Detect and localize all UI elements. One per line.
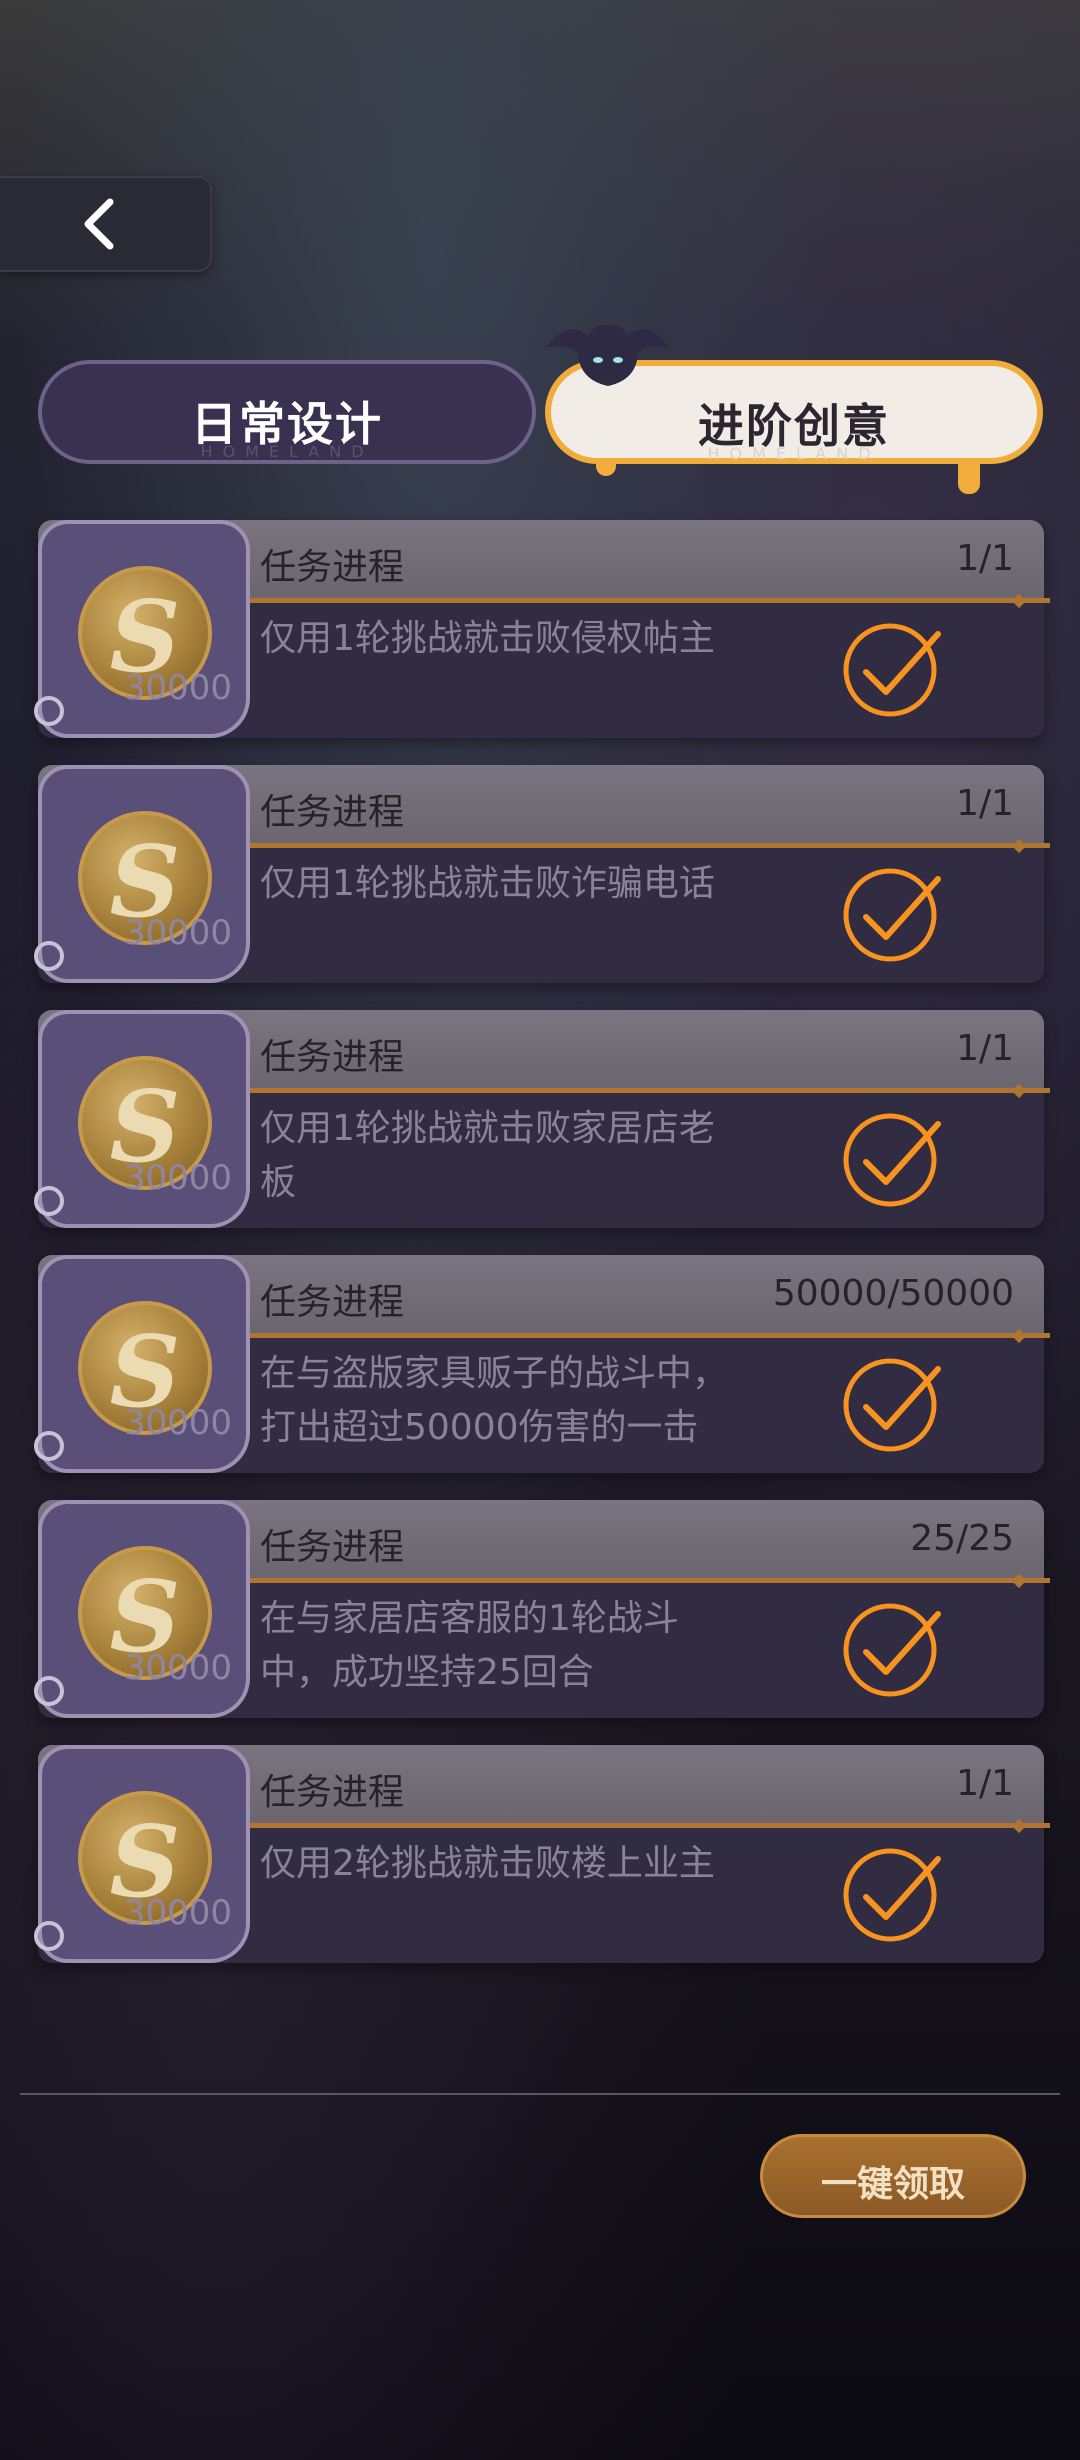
- checkmark-circle-icon: [843, 623, 941, 717]
- task-title: 任务进程: [260, 792, 405, 833]
- checkmark-circle-icon: [843, 1848, 941, 1942]
- reward-amount: 30000: [123, 1403, 232, 1443]
- reward-amount: 30000: [123, 1158, 232, 1198]
- checkmark-circle-icon: [843, 868, 941, 962]
- checkmark-circle-icon: [843, 1358, 941, 1452]
- task-description: 仅用1轮挑战就击败家居店老板: [260, 1108, 715, 1203]
- bat-mascot-icon: [546, 325, 670, 386]
- footer-divider: [20, 2093, 1060, 2095]
- reward-amount: 30000: [123, 668, 232, 708]
- reward-amount: 30000: [123, 913, 232, 953]
- claim-all-label: 一键领取: [820, 2164, 965, 2205]
- back-button[interactable]: [0, 176, 212, 272]
- task-title: 任务进程: [260, 547, 405, 588]
- task-title: 任务进程: [260, 1527, 405, 1568]
- reward-badge: S 30000: [34, 1745, 250, 1963]
- task-card: S 30000 任务进程 25/25 在与家居店客服的1轮战斗中，成功坚持25回…: [34, 1500, 1050, 1718]
- task-description: 仅用2轮挑战就击败楼上业主: [260, 1843, 715, 1884]
- task-divider-line: [248, 1823, 1050, 1828]
- task-description: 在与盗版家具贩子的战斗中，打出超过50000伤害的一击: [260, 1353, 729, 1448]
- reward-badge: S 30000: [34, 520, 250, 738]
- moon-icon: [34, 1921, 64, 1951]
- task-divider-line: [248, 1088, 1050, 1093]
- task-description: 仅用1轮挑战就击败诈骗电话: [260, 863, 715, 904]
- task-card: S 30000 任务进程 1/1 仅用2轮挑战就击败楼上业主: [34, 1745, 1050, 1963]
- task-progress: 1/1: [956, 538, 1014, 579]
- task-progress: 1/1: [956, 783, 1014, 824]
- task-card: S 30000 任务进程 1/1 仅用1轮挑战就击败侵权帖主: [34, 520, 1050, 738]
- task-divider-line: [248, 1333, 1050, 1338]
- chevron-left-icon: [84, 198, 114, 250]
- task-card: S 30000 任务进程 1/1 仅用1轮挑战就击败家居店老板: [34, 1010, 1050, 1228]
- moon-icon: [34, 1186, 64, 1216]
- task-title: 任务进程: [260, 1037, 405, 1078]
- task-progress: 50000/50000: [772, 1273, 1014, 1314]
- task-progress: 1/1: [956, 1028, 1014, 1069]
- reward-badge: S 30000: [34, 1500, 250, 1718]
- tab-drip-decoration: [958, 458, 980, 494]
- task-divider-line: [248, 598, 1050, 603]
- task-description: 仅用1轮挑战就击败侵权帖主: [260, 618, 715, 659]
- tab-drip-decoration: [596, 458, 616, 476]
- task-card: S 30000 任务进程 1/1 仅用1轮挑战就击败诈骗电话: [34, 765, 1050, 983]
- reward-badge: S 30000: [34, 1255, 250, 1473]
- task-title: 任务进程: [260, 1772, 405, 1813]
- tab-daily-design[interactable]: 日常设计 HOMELAND: [38, 360, 536, 464]
- task-title: 任务进程: [260, 1282, 405, 1323]
- task-divider-line: [248, 1578, 1050, 1583]
- task-progress: 1/1: [956, 1763, 1014, 1804]
- moon-icon: [34, 696, 64, 726]
- claim-all-button[interactable]: 一键领取: [760, 2134, 1026, 2218]
- reward-badge: S 30000: [34, 765, 250, 983]
- tab-daily-design-sublabel: HOMELAND: [200, 442, 374, 461]
- reward-badge: S 30000: [34, 1010, 250, 1228]
- checkmark-circle-icon: [843, 1603, 941, 1697]
- moon-icon: [34, 1431, 64, 1461]
- task-description: 在与家居店客服的1轮战斗中，成功坚持25回合: [260, 1598, 679, 1693]
- task-divider-line: [248, 843, 1050, 848]
- task-card: S 30000 任务进程 50000/50000 在与盗版家具贩子的战斗中，打出…: [34, 1255, 1050, 1473]
- moon-icon: [34, 941, 64, 971]
- reward-amount: 30000: [123, 1648, 232, 1688]
- checkmark-circle-icon: [843, 1113, 941, 1207]
- task-progress: 25/25: [910, 1518, 1014, 1559]
- moon-icon: [34, 1676, 64, 1706]
- reward-amount: 30000: [123, 1893, 232, 1933]
